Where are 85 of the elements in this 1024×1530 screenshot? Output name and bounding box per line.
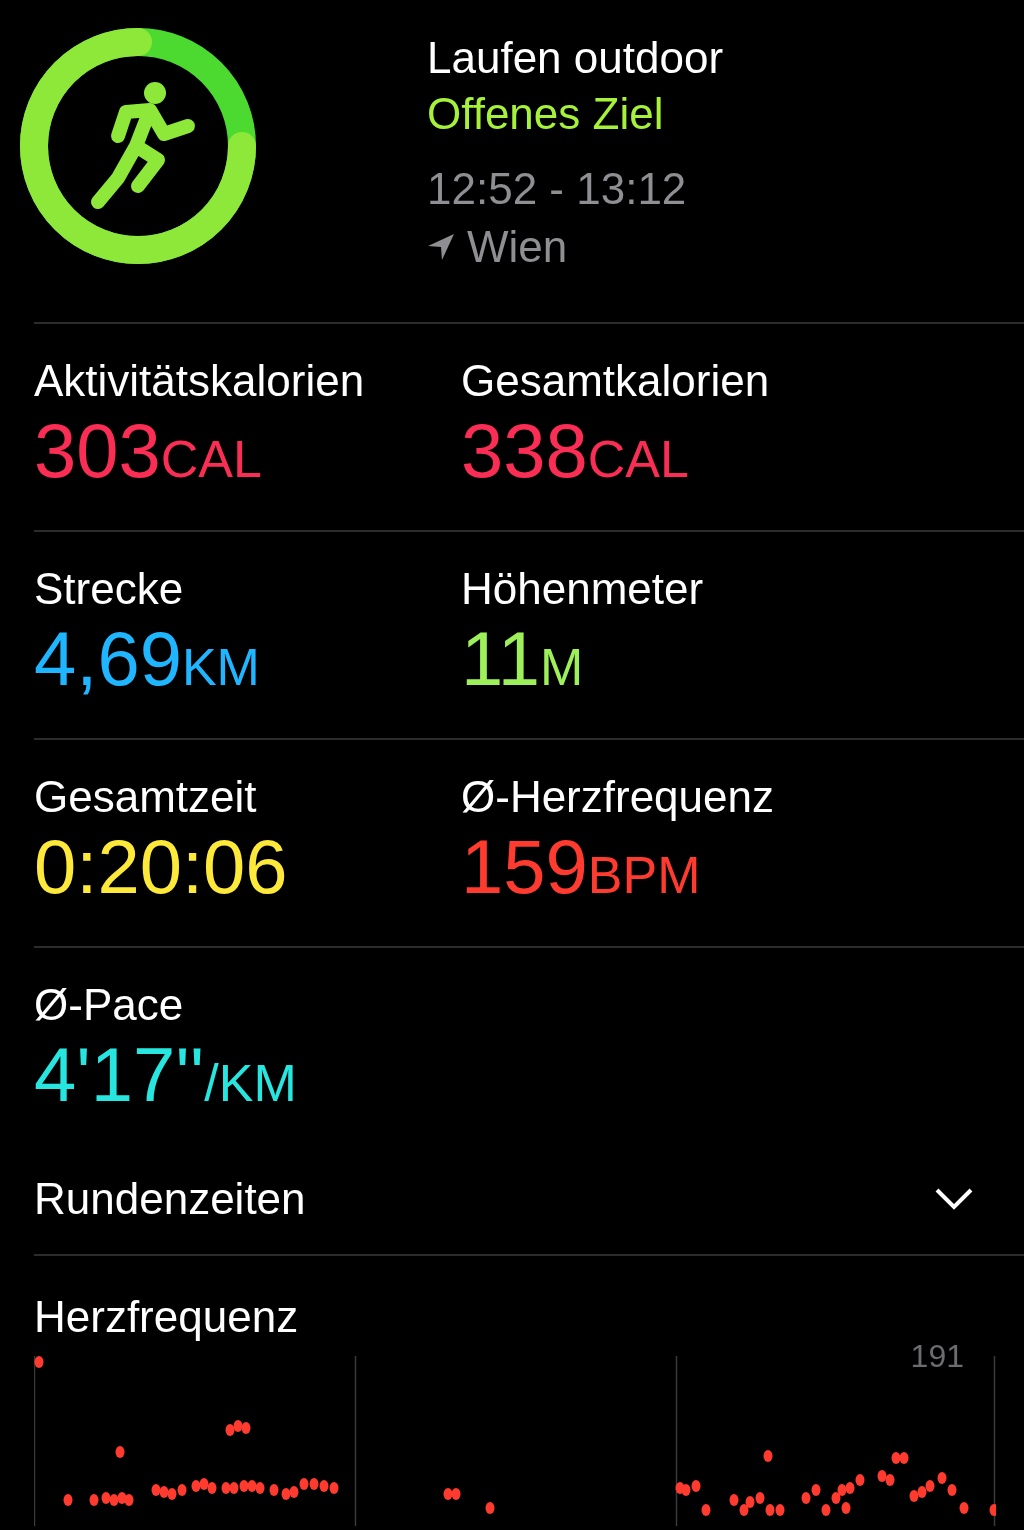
heart-rate-point [101, 1492, 111, 1504]
metric-label: Ø-Pace [34, 980, 185, 1030]
heart-rate-point [221, 1482, 231, 1494]
workout-title: Laufen outdoor [427, 32, 724, 84]
heart-rate-point [841, 1502, 851, 1514]
heart-rate-point [855, 1474, 865, 1486]
laps-row[interactable]: Rundenzeiten [34, 1144, 1024, 1254]
heart-rate-point [765, 1504, 775, 1516]
heart-rate-point [241, 1422, 251, 1434]
heart-rate-point [151, 1484, 161, 1496]
running-ring-icon [18, 26, 258, 266]
heart-rate-point [925, 1480, 935, 1492]
heart-rate-point [485, 1502, 495, 1514]
heart-rate-point [199, 1478, 209, 1490]
heart-rate-point [159, 1486, 169, 1498]
heart-rate-point [729, 1494, 739, 1506]
heart-rate-point [167, 1488, 177, 1500]
heart-rate-point [225, 1424, 235, 1436]
heart-rate-point [801, 1492, 811, 1504]
heart-rate-point [124, 1494, 134, 1506]
metric-value: 303CAL [34, 407, 263, 495]
heart-rate-point [763, 1450, 773, 1462]
heart-rate-point [247, 1480, 257, 1492]
metric-value: 11M [461, 615, 585, 703]
heart-rate-point [34, 1356, 44, 1368]
heart-rate-point [63, 1494, 73, 1506]
heart-rate-point [947, 1484, 957, 1496]
metric-label: Höhenmeter [461, 564, 705, 614]
metric-value: 4,69KM [34, 615, 261, 703]
heart-rate-point [899, 1452, 909, 1464]
heart-rate-point [917, 1486, 927, 1498]
heart-rate-point [115, 1446, 125, 1458]
heart-rate-point [191, 1480, 201, 1492]
metric-label: Gesamtzeit [34, 772, 258, 822]
metric-label: Ø-Herzfrequenz [461, 772, 775, 822]
heart-rate-point [891, 1452, 901, 1464]
heart-rate-point [845, 1482, 855, 1494]
location-arrow-icon [427, 233, 455, 261]
heart-rate-point [745, 1496, 755, 1508]
heart-rate-point [451, 1488, 461, 1500]
heart-rate-point [885, 1474, 895, 1486]
heart-rate-point [229, 1482, 239, 1494]
section-title: Herzfrequenz [34, 1292, 300, 1342]
metric-value: 4'17''/KM [34, 1031, 298, 1119]
heart-rate-point [831, 1492, 841, 1504]
heart-rate-point [959, 1502, 969, 1514]
metric-value: 338CAL [461, 407, 690, 495]
heart-rate-point [289, 1486, 299, 1498]
heart-rate-point [877, 1470, 887, 1482]
heart-rate-point [701, 1504, 711, 1516]
heart-rate-point [989, 1504, 996, 1516]
metric-value: 0:20:06 [34, 823, 289, 911]
metric-label: Gesamtkalorien [461, 356, 771, 406]
heart-rate-point [821, 1504, 831, 1516]
heart-rate-point [329, 1482, 339, 1494]
chevron-icon [934, 1187, 974, 1211]
heart-rate-point [299, 1478, 309, 1490]
heart-rate-point [937, 1472, 947, 1484]
heart-rate-point [319, 1480, 329, 1492]
heart-rate-point [233, 1420, 243, 1432]
heart-rate-point [811, 1484, 821, 1496]
heart-rate-point [269, 1484, 279, 1496]
metric-label: Strecke [34, 564, 185, 614]
heart-rate-point [109, 1494, 119, 1506]
heart-rate-point [177, 1484, 187, 1496]
heart-rate-point [239, 1480, 249, 1492]
heart-rate-point [443, 1488, 453, 1500]
heart-rate-point [739, 1504, 749, 1516]
heart-rate-point [837, 1484, 847, 1496]
metric-value: 159BPM [461, 823, 702, 911]
heart-rate-point [755, 1492, 765, 1504]
heart-rate-point [691, 1480, 701, 1492]
location-label: Wien [467, 221, 568, 273]
heart-rate-point [255, 1482, 265, 1494]
heart-rate-point [309, 1478, 319, 1490]
heart-rate-point [89, 1494, 99, 1506]
goal-label: Offenes Ziel [427, 88, 665, 140]
heart-rate-point [207, 1482, 217, 1494]
heart-rate-point [775, 1504, 785, 1516]
heart-rate-point [117, 1492, 127, 1504]
heart-rate-point [281, 1488, 291, 1500]
heart-rate-point [909, 1490, 919, 1502]
time-range: 12:52 - 13:12 [427, 163, 688, 215]
heart-rate-point [681, 1484, 691, 1496]
metric-label: Aktivitätskalorien [34, 356, 366, 406]
